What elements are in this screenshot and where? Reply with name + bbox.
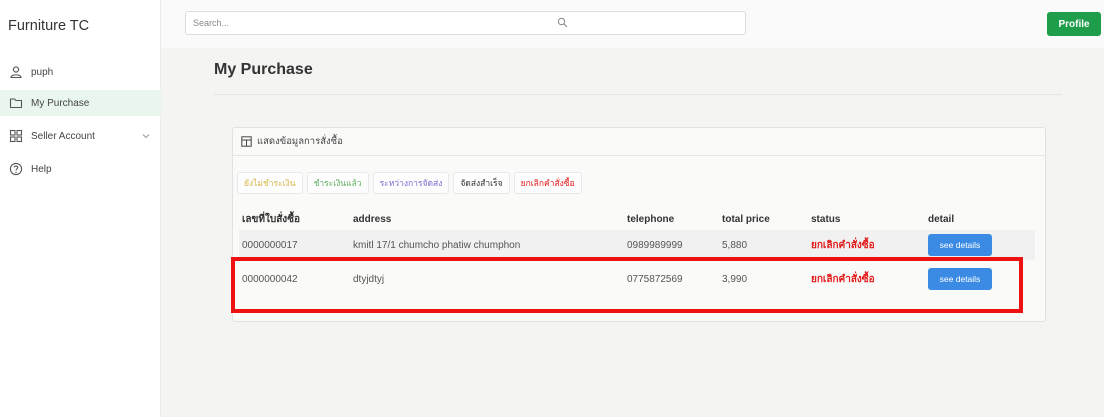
sidebar-item-label: Help xyxy=(31,163,52,175)
user-icon xyxy=(10,66,22,79)
column-header-detail: detail xyxy=(928,213,955,225)
sidebar-item-my-purchase[interactable]: My Purchase xyxy=(0,90,161,116)
sidebar-item-label: puph xyxy=(31,66,54,78)
chevron-down-icon[interactable] xyxy=(141,131,151,141)
detail-cell: see details xyxy=(925,230,1035,260)
folder-icon xyxy=(9,98,23,109)
order-status: ยกเลิกคำสั่งซื้อ xyxy=(808,230,925,260)
tab-cancelled[interactable]: ยกเลิกคำสั่งซื้อ xyxy=(513,172,582,194)
table-icon xyxy=(241,136,252,147)
column-header-status: status xyxy=(811,213,841,225)
card-header: แสดงข้อมูลการสั่งซื้อ xyxy=(233,128,1045,156)
column-header-total-price: total price xyxy=(722,213,770,225)
column-header-order-no: เลขที่ใบสั่งซื้อ xyxy=(242,213,300,225)
search-input[interactable] xyxy=(186,12,706,34)
table-header-row: เลขที่ใบสั่งซื้อ address telephone total… xyxy=(239,208,1035,230)
sidebar-item-label: Seller Account xyxy=(31,130,95,142)
tab-delivered[interactable]: จัดส่งสำเร็จ xyxy=(453,172,510,194)
status-tabs: ยังไม่ชำระเงิน ชำระเงินแล้ว ระหว่างการจั… xyxy=(237,172,586,194)
column-header-telephone: telephone xyxy=(627,213,675,225)
sidebar: Furniture TC puph My Purchase Seller Acc… xyxy=(0,0,161,417)
sidebar-item-user[interactable]: puph xyxy=(0,59,161,85)
top-bar: Profile xyxy=(161,0,1104,48)
page-title: My Purchase xyxy=(214,61,313,78)
order-total-price: 5,880 xyxy=(719,230,808,260)
search-box xyxy=(185,11,746,35)
tab-paid[interactable]: ชำระเงินแล้ว xyxy=(306,172,369,194)
divider xyxy=(214,94,1062,95)
app-title: Furniture TC xyxy=(8,18,90,34)
tab-shipping[interactable]: ระหว่างการจัดส่ง xyxy=(372,172,450,194)
order-number: 0000000017 xyxy=(239,230,350,260)
sidebar-item-label: My Purchase xyxy=(31,97,90,109)
sidebar-item-help[interactable]: Help xyxy=(0,156,161,182)
highlight-box xyxy=(231,257,1023,313)
order-address: kmitl 17/1 chumcho phatiw chumphon xyxy=(350,230,624,260)
table-row: 0000000017 kmitl 17/1 chumcho phatiw chu… xyxy=(239,230,1035,260)
see-details-button[interactable]: see details xyxy=(928,234,992,256)
grid-icon xyxy=(9,129,23,143)
card-title: แสดงข้อมูลการสั่งซื้อ xyxy=(257,136,343,147)
help-icon xyxy=(9,162,23,176)
search-icon[interactable] xyxy=(557,17,568,28)
column-header-address: address xyxy=(353,213,392,225)
sidebar-item-seller-account[interactable]: Seller Account xyxy=(0,123,161,149)
tab-unpaid[interactable]: ยังไม่ชำระเงิน xyxy=(237,172,303,194)
order-telephone: 0989989999 xyxy=(624,230,719,260)
profile-button[interactable]: Profile xyxy=(1047,12,1101,36)
